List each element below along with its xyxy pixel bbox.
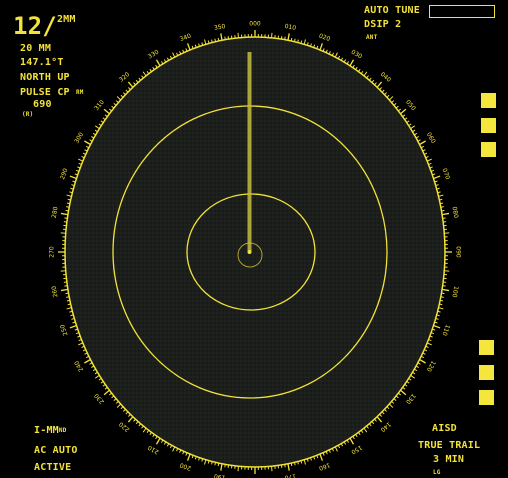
bearing-tick xyxy=(187,453,191,461)
bearing-tick xyxy=(155,59,161,67)
bearing-label: 230 xyxy=(93,392,106,405)
bearing-tick xyxy=(127,81,134,88)
bearing-tick xyxy=(84,140,91,146)
bearing-tick xyxy=(103,108,110,115)
ebl-vrm-readout[interactable]: I-MMND xyxy=(34,425,67,436)
bearing-tick xyxy=(400,389,407,396)
bearing-label: 200 xyxy=(179,461,192,472)
bearing-tick xyxy=(319,43,323,51)
trail-sub: LG xyxy=(433,469,441,476)
bearing-label: 150 xyxy=(350,444,364,456)
bearing-tick xyxy=(287,463,290,471)
menu-tile-icon[interactable] xyxy=(481,93,496,108)
bearing-label: 080 xyxy=(450,206,459,219)
bearing-label: 350 xyxy=(214,23,227,32)
gain-sub: (R) xyxy=(22,111,34,118)
bearing-label: 010 xyxy=(284,23,297,32)
bearing-label: 240 xyxy=(73,359,85,373)
bearing-label: 250 xyxy=(59,323,70,336)
bearing-label: 110 xyxy=(440,323,451,336)
trail-time[interactable]: 3 MIN xyxy=(433,454,464,465)
bearing-label: 300 xyxy=(73,131,85,145)
bearing-label: 100 xyxy=(450,285,459,298)
status-label: ACTIVE xyxy=(34,462,72,473)
heading-readout: 147.1°T xyxy=(20,57,64,68)
bearing-tick xyxy=(220,463,223,471)
menu-tile-icon[interactable] xyxy=(479,390,494,405)
gain-value: 690 xyxy=(33,99,52,110)
bearing-tick xyxy=(187,43,191,51)
bearing-tick xyxy=(155,437,161,445)
range-value: 12/ xyxy=(13,12,57,40)
bearing-tick xyxy=(419,358,426,364)
bearing-label: 280 xyxy=(51,206,60,219)
bearing-label: 210 xyxy=(147,443,161,455)
ais-label[interactable]: AISD xyxy=(432,423,457,434)
bearing-tick xyxy=(400,108,407,115)
menu-tile-icon[interactable] xyxy=(479,365,494,380)
auto-tune-label: AUTO TUNE xyxy=(364,5,420,16)
bearing-label: 060 xyxy=(425,131,437,145)
range-scale: 20 MM xyxy=(20,43,52,54)
bearing-label: 030 xyxy=(350,49,364,61)
bearing-tick xyxy=(349,437,355,445)
bearing-label: 190 xyxy=(213,472,226,478)
bearing-label: 260 xyxy=(51,285,60,298)
radar-ppi-display[interactable]: 000 0100200300400500600700800901001101201… xyxy=(0,0,508,478)
bearing-label: 120 xyxy=(425,359,437,373)
bearing-label: 320 xyxy=(118,71,131,84)
menu-tile-icon[interactable] xyxy=(481,142,496,157)
bearing-tick xyxy=(442,212,450,216)
bearing-label: 170 xyxy=(284,472,297,478)
radar-scope-background xyxy=(65,37,445,467)
menu-tile-icon[interactable] xyxy=(481,118,496,133)
bearing-label: 090 xyxy=(455,246,462,258)
bearing-tick xyxy=(433,324,441,329)
pulse-label: PULSE CP xyxy=(20,87,70,98)
bearing-label: 070 xyxy=(441,167,452,180)
range-display[interactable]: 12/2MM xyxy=(13,14,76,38)
bearing-tick xyxy=(349,59,355,67)
bearing-label: 330 xyxy=(147,49,161,61)
bearing-label: 340 xyxy=(179,32,192,43)
own-ship-marker xyxy=(247,250,252,254)
antenna-label: ANT xyxy=(366,34,378,41)
bearing-label: 160 xyxy=(318,461,331,472)
bearing-tick xyxy=(69,175,77,180)
bearing-tick xyxy=(84,358,91,364)
bearing-tick xyxy=(287,33,290,41)
bearing-tick xyxy=(69,324,77,329)
trail-mode[interactable]: TRUE TRAIL xyxy=(418,440,480,451)
menu-tile-icon[interactable] xyxy=(479,340,494,355)
bearing-tick xyxy=(442,288,450,292)
pulse-superscript: RM xyxy=(76,89,84,96)
bearing-tick xyxy=(127,416,134,423)
bearing-tick xyxy=(376,416,383,423)
orientation-mode[interactable]: NORTH UP xyxy=(20,72,70,83)
ebl-label: I-MM xyxy=(34,425,59,436)
bearing-tick xyxy=(60,212,68,216)
display-mode[interactable]: DSIP 2 xyxy=(364,19,401,30)
tune-bar[interactable] xyxy=(429,5,495,18)
range-unit: 2MM xyxy=(56,14,76,25)
bearing-tick xyxy=(419,140,426,146)
pulse-mode[interactable]: PULSE CP RM xyxy=(20,87,84,98)
bearing-label: 140 xyxy=(379,420,392,433)
bearing-tick xyxy=(220,33,223,41)
bearing-tick xyxy=(103,389,110,396)
bearing-label: 020 xyxy=(318,33,331,44)
bearing-label: 270 xyxy=(49,246,56,258)
bearing-label: 290 xyxy=(59,167,70,180)
bearing-label: 050 xyxy=(404,99,417,112)
bearing-label: 000 xyxy=(249,21,261,28)
bearing-tick xyxy=(433,175,441,180)
bearing-tick xyxy=(60,288,68,292)
ac-mode[interactable]: AC AUTO xyxy=(34,445,78,456)
ebl-superscript: ND xyxy=(58,427,67,434)
bearing-tick xyxy=(376,81,383,88)
bearing-tick xyxy=(319,453,323,461)
